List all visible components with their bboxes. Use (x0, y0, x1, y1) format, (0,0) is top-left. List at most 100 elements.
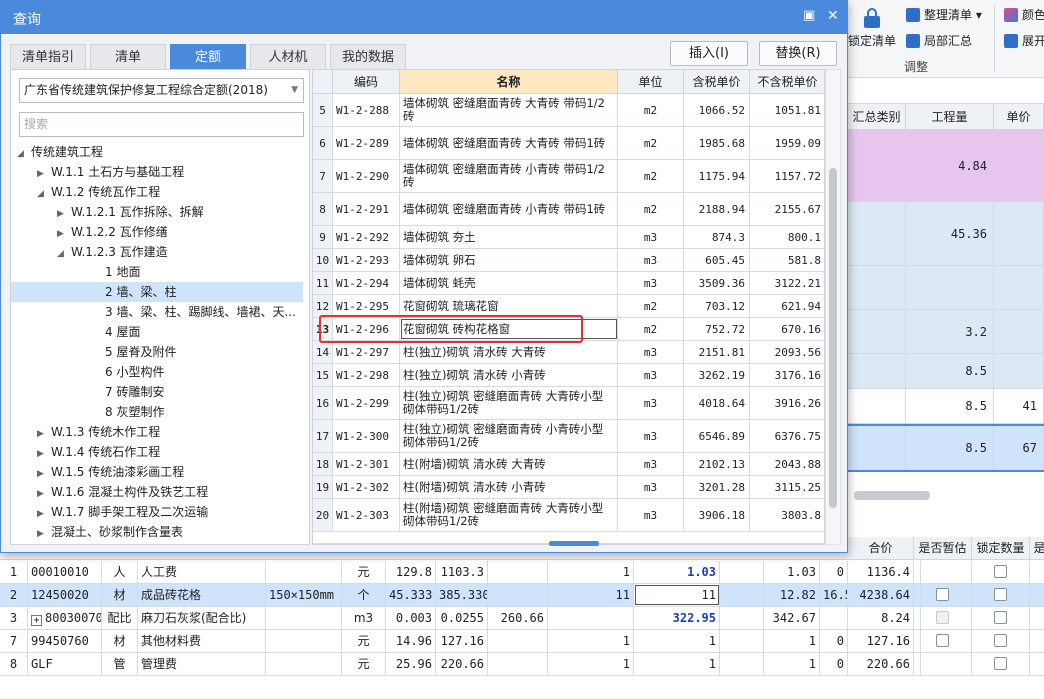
horizontal-scrollbar[interactable] (848, 486, 1044, 504)
upper-row[interactable] (848, 266, 1044, 310)
tree-node[interactable]: ▶ W.1.1 土石方与基础工程 (11, 162, 303, 182)
upper-row[interactable]: 8.5 67 (848, 424, 1044, 472)
resource-row[interactable]: 212450020 材成品砖花格150×150mm个45.333385.3305 1… (0, 584, 1044, 607)
expand-triangle-icon[interactable]: ▶ (37, 444, 51, 464)
resource-row[interactable]: 7 99450760 材其他材料费元 14.96 127.16 1 1 1 0 127.16 (0, 630, 1044, 653)
market-price: 1 (764, 653, 820, 675)
tree-node[interactable]: 7 砖雕制安 (11, 382, 303, 402)
quota-row[interactable]: 9 W1-2-292 墙体砌筑 夯土 m3 874.3 800.1 (313, 226, 824, 249)
quota-row[interactable]: 6 W1-2-289 墙体砌筑 密缝磨面青砖 大青砖 带码1砖 m2 1985.68 19… (313, 127, 824, 160)
header-code[interactable]: 编码 (333, 70, 400, 94)
provisional-checkbox[interactable] (936, 634, 949, 647)
expand-button[interactable]: 展开 (1004, 32, 1044, 49)
resource-row[interactable]: 3 +80030070 配比 麻刀石灰浆(配合比) m3 0.003 0.0255 260.6… (0, 607, 1044, 630)
tree-node[interactable]: 1 地面 (11, 262, 303, 282)
restore-icon[interactable]: ▣ (803, 8, 815, 23)
tree-node[interactable]: ◢ W.1.2.3 瓦作建造 (11, 242, 303, 262)
collapse-triangle-icon[interactable]: ◢ (17, 144, 31, 164)
row-index: 19 (313, 476, 333, 498)
expand-triangle-icon[interactable]: ▶ (37, 504, 51, 524)
lock-quantity-checkbox[interactable] (994, 611, 1007, 624)
lock-quantity-checkbox[interactable] (994, 588, 1007, 601)
quota-row[interactable]: 14 W1-2-297 柱(独立)砌筑 清水砖 大青砖 m3 2151.81 2093.5… (313, 341, 824, 364)
tax-price: 3262.19 (684, 364, 750, 386)
tree-node[interactable]: 5 屋脊及附件 (11, 342, 303, 362)
dialog-titlebar[interactable]: 查询 ▣ ✕ (1, 1, 847, 34)
quota-row[interactable]: 8 W1-2-291 墙体砌筑 密缝磨面青砖 小青砖 带码1砖 m2 2188.94 21… (313, 193, 824, 226)
tree-node-label: W.1.5 传统油漆彩画工程 (51, 465, 185, 479)
upper-row[interactable]: 8.5 (848, 354, 1044, 389)
tree-node[interactable]: 4 屋面 (11, 322, 303, 342)
expand-triangle-icon[interactable]: ▶ (37, 464, 51, 484)
scrollbar-thumb[interactable] (829, 168, 837, 508)
expand-triangle-icon[interactable]: ▶ (57, 224, 71, 244)
quota-row[interactable]: 5 W1-2-288 墙体砌筑 密缝磨面青砖 大青砖 带码1/2砖 m2 1066.52… (313, 94, 824, 127)
collapse-triangle-icon[interactable]: ◢ (57, 244, 71, 264)
expand-triangle-icon[interactable]: ▶ (37, 164, 51, 184)
expand-triangle-icon[interactable]: ▶ (37, 524, 51, 544)
resize-handle[interactable] (549, 541, 599, 546)
lock-quantity-checkbox[interactable] (994, 657, 1007, 670)
expand-triangle-icon[interactable]: ▶ (57, 204, 71, 224)
header-unit[interactable]: 单位 (618, 70, 684, 94)
header-tax-price[interactable]: 含税单价 (684, 70, 750, 94)
expand-triangle-icon[interactable]: ▶ (37, 484, 51, 504)
library-select[interactable]: 广东省传统建筑保护修复工程综合定额(2018) ▼ (19, 78, 304, 103)
expand-plus-icon[interactable]: + (31, 615, 42, 626)
quota-row[interactable]: 11 W1-2-294 墙体砌筑 蚝壳 m3 3509.36 3122.21 (313, 272, 824, 295)
quota-row[interactable]: 15 W1-2-298 柱(独立)砌筑 清水砖 小青砖 m3 3262.19 3176.1… (313, 364, 824, 387)
tree-node[interactable]: ▶ W.1.4 传统石作工程 (11, 442, 303, 462)
upper-row[interactable]: 45.36 (848, 202, 1044, 266)
collapse-triangle-icon[interactable]: ◢ (37, 184, 51, 204)
quota-row[interactable]: 7 W1-2-290 墙体砌筑 密缝磨面青砖 小青砖 带码1/2砖 m2 1175.94… (313, 160, 824, 193)
quota-row[interactable]: 18 W1-2-301 柱(附墙)砌筑 清水砖 大青砖 m3 2102.13 2043.8… (313, 453, 824, 476)
tab-list[interactable]: 清单 (90, 44, 166, 70)
insert-button[interactable]: 插入(I) (670, 41, 748, 66)
search-input[interactable]: 搜索 (19, 112, 304, 137)
resource-row[interactable]: 1 00010010 人人工费元 129.8 1103.3 1 1.03 1.03 0 1136.… (0, 561, 1044, 584)
organize-list-button[interactable]: 整理清单 ▾ (906, 6, 982, 23)
tab-labor-material[interactable]: 人材机 (250, 44, 326, 70)
tree-node[interactable]: ▶ W.1.3 传统木作工程 (11, 422, 303, 442)
tab-list-guide[interactable]: 清单指引 (10, 44, 86, 70)
tree-node[interactable]: ▶ W.1.2.2 瓦作修缮 (11, 222, 303, 242)
quota-row[interactable]: 16 W1-2-299 柱(独立)砌筑 密缝磨面青砖 大青砖小型砌体带码1/2砖 m3… (313, 387, 824, 420)
quota-row[interactable]: 10 W1-2-293 墙体砌筑 卵石 m3 605.45 581.8 (313, 249, 824, 272)
tab-my-data[interactable]: 我的数据 (330, 44, 406, 70)
lock-list-button[interactable] (850, 8, 894, 28)
header-name[interactable]: 名称 (400, 70, 618, 94)
tree-node[interactable]: ◢ 传统建筑工程 (11, 142, 303, 162)
quota-unit: m3 (618, 476, 684, 498)
upper-row[interactable]: 8.5 41 (848, 389, 1044, 424)
header-net-price[interactable]: 不含税单价 (750, 70, 824, 94)
partial-summary-button[interactable]: 局部汇总 (906, 32, 972, 49)
tree-node[interactable]: ▶ W.1.2.1 瓦作拆除、拆解 (11, 202, 303, 222)
tab-quota[interactable]: 定额 (170, 44, 246, 70)
tree-node[interactable]: 6 小型构件 (11, 362, 303, 382)
provisional-checkbox[interactable] (936, 588, 949, 601)
tree-node[interactable]: ▶ W.1.5 传统油漆彩画工程 (11, 462, 303, 482)
color-button[interactable]: 颜色 (1004, 6, 1044, 23)
upper-row[interactable]: 4.84 (848, 130, 1044, 202)
scrollbar-thumb[interactable] (854, 491, 930, 500)
tree-node[interactable]: ◢ W.1.2 传统瓦作工程 (11, 182, 303, 202)
close-icon[interactable]: ✕ (827, 8, 839, 24)
quota-row[interactable]: 20 W1-2-303 柱(附墙)砌筑 密缝磨面青砖 大青砖小型砌体带码1/2砖 m3… (313, 499, 824, 532)
tree-node[interactable]: ▶ 混凝土、砂浆制作含量表 (11, 522, 303, 542)
upper-row[interactable]: 3.2 (848, 310, 1044, 354)
resource-row[interactable]: 8 GLF 管管理费元 25.96 220.66 1 1 1 0 220.66 (0, 653, 1044, 676)
lock-quantity-checkbox[interactable] (994, 565, 1007, 578)
quota-row[interactable]: 19 W1-2-302 柱(附墙)砌筑 清水砖 小青砖 m3 3201.28 3115.2… (313, 476, 824, 499)
replace-button[interactable]: 替换(R) (759, 41, 837, 66)
quantity-value: 220.66 (436, 653, 488, 675)
vertical-scrollbar[interactable] (825, 69, 841, 545)
net-price: 3916.26 (750, 387, 824, 419)
tree-node[interactable]: ▶ W.1.6 混凝土构件及铁艺工程 (11, 482, 303, 502)
tree-node[interactable]: ▶ W.1.7 脚手架工程及二次运输 (11, 502, 303, 522)
quota-row[interactable]: 17 W1-2-300 柱(独立)砌筑 密缝磨面青砖 小青砖小型砌体带码1/2砖 m3… (313, 420, 824, 453)
tree-node[interactable]: 2 墙、梁、柱 (11, 282, 303, 302)
tree-node[interactable]: 3 墙、梁、柱、踢脚线、墙裙、天... (11, 302, 303, 322)
lock-quantity-checkbox[interactable] (994, 634, 1007, 647)
tree-node[interactable]: 8 灰塑制作 (11, 402, 303, 422)
expand-triangle-icon[interactable]: ▶ (37, 424, 51, 444)
